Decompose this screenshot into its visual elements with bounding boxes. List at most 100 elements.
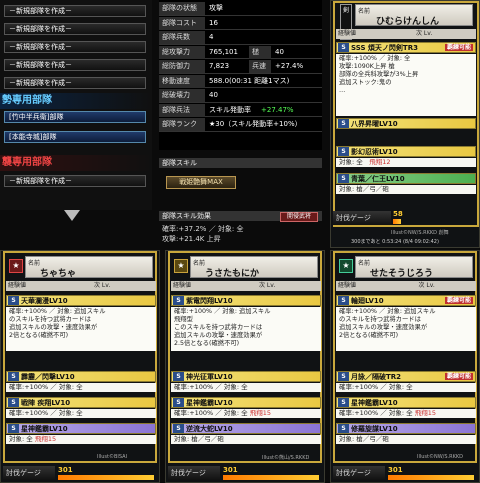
status-label: 移動速度 — [159, 74, 205, 88]
status-row: 部隊コスト 16 — [159, 16, 322, 30]
status-label: 総防御力 — [159, 60, 205, 73]
status-row: 部隊ランク ★30（スキル発動率+10%） — [159, 118, 322, 132]
skill-3[interactable]: S 星神鑑霸LV10 — [336, 397, 476, 408]
skill-target: 対象: 槍／弓／砲 — [171, 435, 321, 444]
general-card-top[interactable]: 剣 名前 ひむらけんしん 経験値次 Lv. S SSS 煩天ノ閃剣TR3 覇練可能 … — [330, 0, 480, 248]
skill-1[interactable]: S 天華瀾漫LV10 — [6, 295, 156, 306]
skill-2[interactable]: S 八界昇曜LV10 — [336, 118, 476, 129]
exp-row: 経験値 次 Lv. — [336, 29, 476, 39]
status-value: 40 — [209, 91, 218, 99]
target-text: 対象: 槍／弓／砲 — [339, 435, 389, 443]
new-unit-button[interactable]: －新規部隊を作成－ — [4, 175, 146, 187]
scroll-down-icon[interactable] — [64, 210, 80, 221]
unit-skill-button[interactable]: 戦姫艶舞MAX — [166, 176, 236, 189]
illust-credit: Illust©BISAI — [97, 454, 128, 460]
name-label: 名前 — [28, 260, 41, 267]
skill-3[interactable]: S 星神鑑霸LV10 — [171, 397, 321, 408]
skill-sss[interactable]: S SSS 煩天ノ閃剣TR3 覇練可能 — [336, 42, 476, 53]
status-value: 攻撃 — [209, 4, 223, 12]
unit-skill-header: 部隊スキル — [159, 158, 322, 168]
skill-icon: S — [8, 296, 19, 305]
skill-2[interactable]: S 神光征軍LV10 — [171, 371, 321, 382]
status-row: 部隊兵数 4 — [159, 31, 322, 45]
general-card-2[interactable]: ★ 名前 うさたもにか 経験値次 Lv. S 紫電閃翔LV10 確率:+100% ／ 対象:… — [165, 250, 325, 483]
unit-row-honnoji[interactable]: [本能寺城]部隊 — [4, 131, 146, 143]
skill-icon: S — [8, 372, 19, 381]
skill-icon: S — [338, 119, 349, 128]
skill-icon: S — [338, 424, 349, 433]
status-row: 総攻撃力 765,101 槌 40 — [159, 45, 322, 59]
unit-status-table: 部隊の状態 攻撃 部隊コスト 16 部隊兵数 4 総攻撃力 765,101 槌 40 総防御力 7,8… — [159, 0, 322, 150]
general-card-3[interactable]: ★ 名前 せたそうじろう 経験値次 Lv. S 輪廻LV10 覇練可能 確率:+100% ／ … — [330, 250, 480, 483]
general-name: ひむらけんしん — [376, 17, 440, 27]
status-tag: 兵速 — [249, 60, 271, 73]
rank-up-badge: 覇練可能 — [444, 44, 473, 51]
exp-row: 経験値 次 Lv. — [6, 281, 156, 291]
skill-description: 確率:+100% ／ 対象: 追加スキル 飛翔型 このスキルを持つ武将カードは … — [171, 307, 321, 351]
skill-name: 月詠／隔破TR2 — [351, 373, 402, 381]
unit-list-pane: －新規部隊を作成－ －新規部隊を作成－ －新規部隊を作成－ －新規部隊を作成－ … — [0, 0, 152, 221]
status-value: 16 — [209, 18, 218, 27]
skill-2[interactable]: S 霹靂／閃撃LV10 — [6, 371, 156, 382]
skill-name: 天華瀾漫LV10 — [21, 297, 68, 305]
new-unit-button[interactable]: －新規部隊を作成－ — [4, 59, 146, 71]
general-name: ちゃちゃ — [40, 269, 77, 279]
illust-credit: Illust©NW/S.RKKD — [417, 454, 464, 460]
skill-target: 確率:+100% ／ 対象: 全 飛翔15 — [171, 409, 321, 418]
gauge-value: 301 — [58, 466, 73, 474]
general-name: うさたもにか — [205, 269, 260, 279]
next-level-label: 次 Lv. — [94, 282, 111, 289]
new-unit-button[interactable]: －新規部隊を作成－ — [4, 41, 146, 53]
new-unit-button[interactable]: －新規部隊を作成－ — [4, 23, 146, 35]
general-card-1[interactable]: ★ 名前 ちゃちゃ 経験値次 Lv. S 天華瀾漫LV10 確率:+100% ／ 対象: 追… — [0, 250, 160, 483]
skill-target: 対象: 全 飛翔15 — [6, 435, 156, 444]
status-value: スキル発動率 — [209, 105, 251, 114]
skill-target: 確率:+100% ／ 対象: 全 — [6, 409, 156, 418]
skill-name: 八界昇曜LV10 — [351, 120, 398, 128]
effect-line-1: 確率:+37.2% ／ 対象: 全 — [162, 225, 244, 233]
target-text: 確率:+100% ／ 対象: 全 — [9, 409, 83, 417]
skill-4[interactable]: S 青葉／仁王LV10 — [336, 173, 476, 184]
skill-3[interactable]: S 戦陣 疾翔LV10 — [6, 397, 156, 408]
status-tag: 槌 — [249, 45, 271, 59]
exp-label: 経験値 — [8, 282, 27, 289]
skill-icon: S — [338, 174, 349, 183]
skill-4[interactable]: S 逆流大蛇LV10 — [171, 423, 321, 434]
status-value: ★30（スキル発動率+10%） — [209, 120, 302, 128]
status-tag-value: 40 — [275, 47, 284, 56]
exp-label: 経験値 — [338, 30, 357, 37]
gauge-label: 討伐ゲージ — [3, 466, 55, 480]
status-tag-value: +27.4% — [275, 62, 304, 70]
next-level-label: 次 Lv. — [416, 30, 433, 37]
gauge-bar — [58, 475, 154, 480]
target-text: 確率:+100% ／ 対象: 全 — [174, 409, 248, 417]
gauge-label: 討伐ゲージ — [333, 466, 385, 480]
unit-row-takenaka[interactable]: [竹中半兵衛]部隊 — [4, 111, 146, 123]
skill-3[interactable]: S 影幻忍術LV10 — [336, 146, 476, 157]
status-label: 総破壊力 — [159, 89, 205, 102]
rank-up-badge: 覇練可能 — [444, 373, 473, 380]
skill-1[interactable]: S 輪廻LV10 覇練可能 — [336, 295, 476, 306]
status-value: 765,101 — [209, 47, 238, 56]
illust-credit: Illust©NW/S.RKKD 創舞 — [391, 230, 449, 236]
skill-icon: S — [338, 296, 349, 305]
skill-1[interactable]: S 紫電閃翔LV10 — [171, 295, 321, 306]
status-row: 移動速度 588.0(00:31 距離1マス) — [159, 74, 322, 88]
skill-2[interactable]: S 月詠／隔破TR2 覇練可能 — [336, 371, 476, 382]
skill-target: 対象: 槍／弓／砲 — [336, 185, 476, 194]
target-text: 確率:+100% ／ 対象: 全 — [339, 409, 413, 417]
target-text: 対象: 全 — [339, 158, 363, 166]
exp-label: 経験値 — [338, 282, 357, 289]
skill-name: 星神鑑霸LV10 — [186, 399, 233, 407]
open-general-button[interactable]: 開侵武将 — [280, 212, 318, 222]
new-unit-button[interactable]: －新規部隊を作成－ — [4, 5, 146, 17]
skill-4[interactable]: S 星神鑑霸LV10 — [6, 423, 156, 434]
status-value: 588.0(00:31 距離1マス) — [209, 76, 290, 85]
skill-name: 戦陣 疾翔LV10 — [21, 399, 71, 407]
skill-target: 確率:+100% ／ 対象: 全 — [6, 383, 156, 392]
skill-4[interactable]: S 修羅旋謀LV10 — [336, 423, 476, 434]
next-level-label: 次 Lv. — [418, 282, 435, 289]
new-unit-button[interactable]: －新規部隊を作成－ — [4, 77, 146, 89]
gauge-value: 58 — [393, 210, 403, 218]
status-row: 総破壊力 40 — [159, 89, 322, 103]
